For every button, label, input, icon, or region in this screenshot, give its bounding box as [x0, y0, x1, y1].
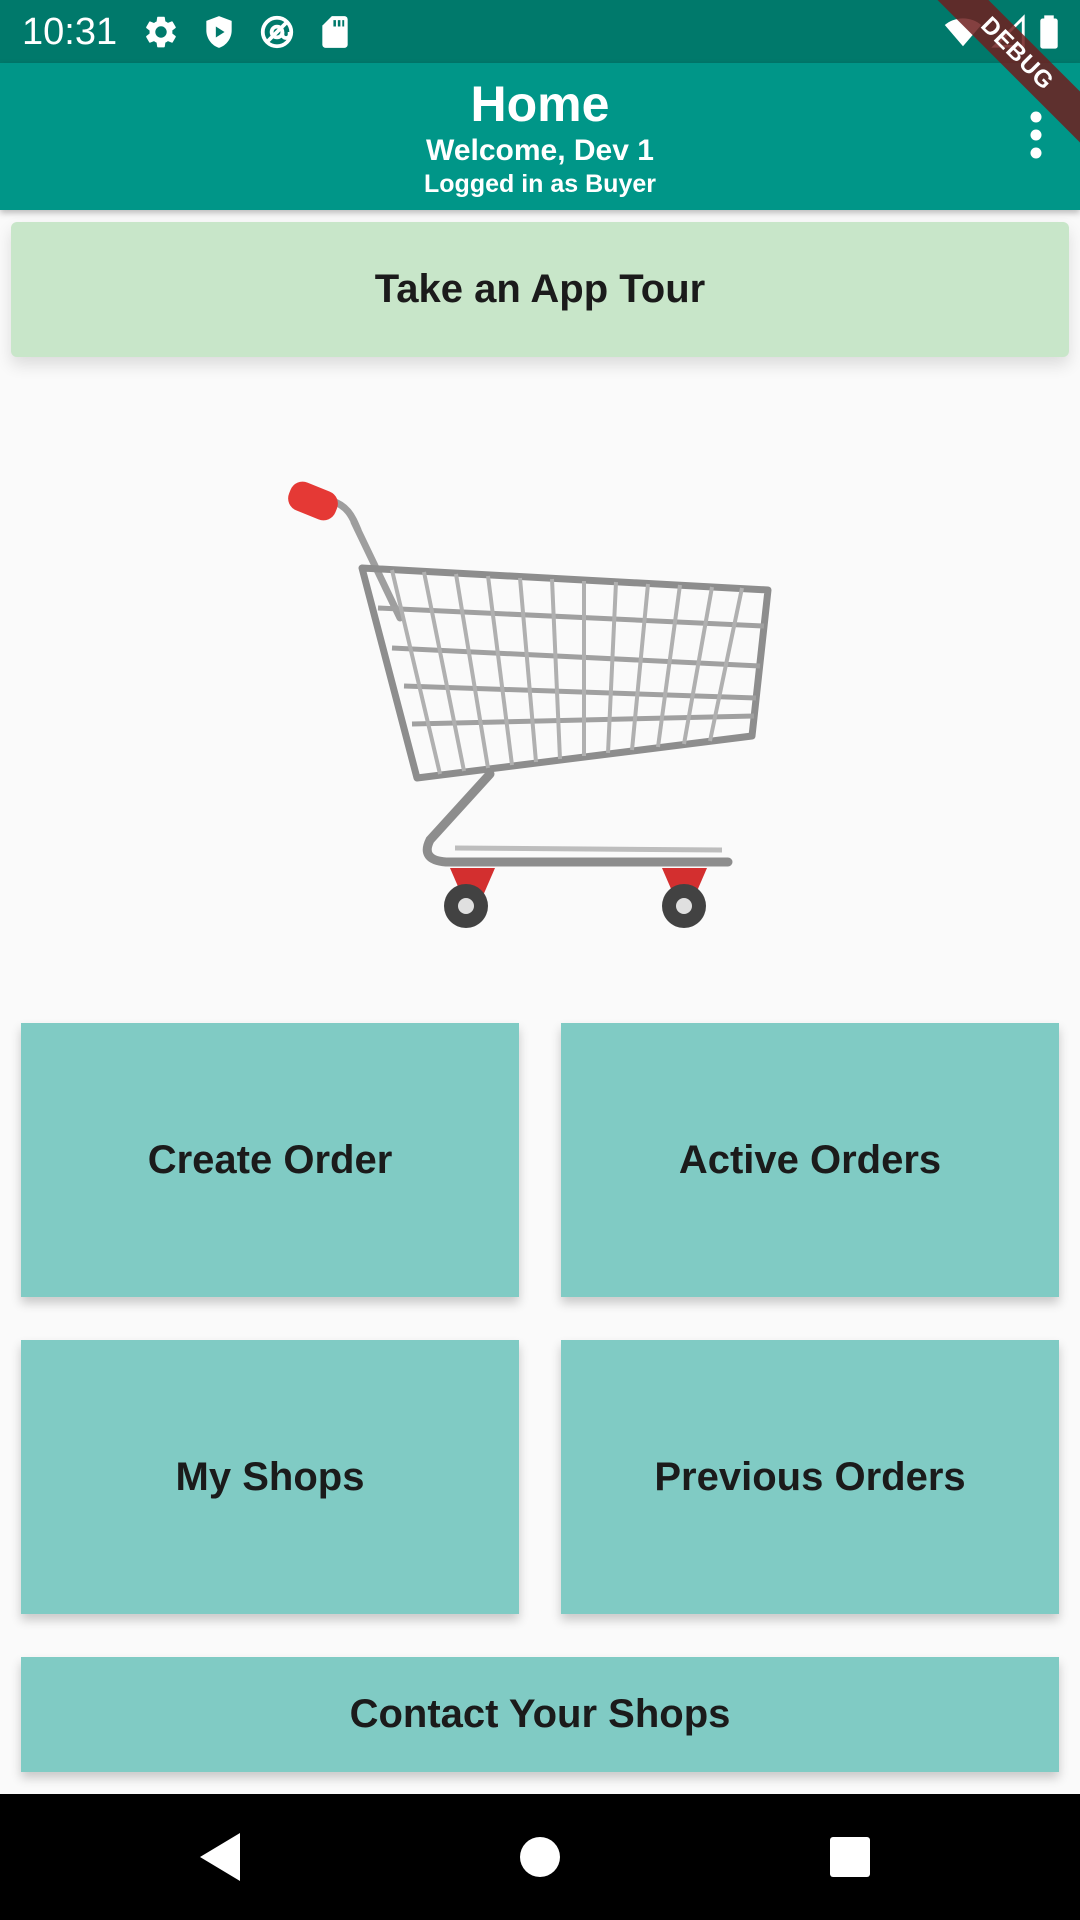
shield-icon	[200, 13, 238, 51]
more-vert-icon[interactable]	[1006, 105, 1066, 165]
back-icon[interactable]	[192, 1825, 256, 1889]
contact-shops-button[interactable]: Contact Your Shops	[21, 1657, 1059, 1772]
signal-icon	[990, 13, 1028, 51]
app-bar: Home Welcome, Dev 1 Logged in as Buyer	[0, 63, 1080, 210]
shopping-cart-icon	[280, 478, 780, 938]
status-time: 10:31	[22, 11, 118, 53]
role-caption: Logged in as Buyer	[424, 170, 656, 198]
at-sign-icon	[258, 13, 296, 51]
recents-icon[interactable]	[818, 1825, 882, 1889]
navigation-bar	[0, 1794, 1080, 1920]
home-icon[interactable]	[508, 1825, 572, 1889]
my-shops-button[interactable]: My Shops	[21, 1340, 519, 1614]
gear-icon	[142, 13, 180, 51]
previous-orders-button[interactable]: Previous Orders	[561, 1340, 1059, 1614]
page-title: Home	[470, 76, 610, 132]
app-tour-button[interactable]: Take an App Tour	[11, 222, 1069, 357]
create-order-button[interactable]: Create Order	[21, 1023, 519, 1297]
status-bar: 10:31	[0, 0, 1080, 63]
welcome-subtitle: Welcome, Dev 1	[426, 134, 654, 167]
sd-card-icon	[316, 13, 354, 51]
wifi-icon	[944, 13, 982, 51]
active-orders-button[interactable]: Active Orders	[561, 1023, 1059, 1297]
battery-icon	[1030, 13, 1068, 51]
